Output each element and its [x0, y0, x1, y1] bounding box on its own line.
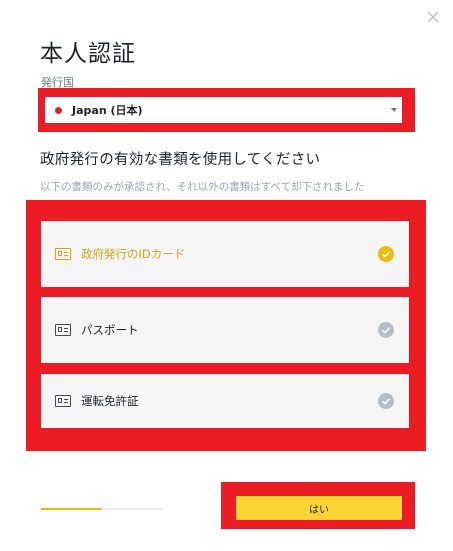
documents-heading: 政府発行の有効な書類を使用してください: [40, 152, 321, 168]
selected-country-value: Japan (日本): [72, 104, 143, 117]
dialog-title: 本人認証: [40, 41, 136, 67]
document-option-label: 運転免許証: [81, 394, 139, 408]
document-option-id-card[interactable]: 政府発行のIDカード: [41, 221, 409, 287]
identity-verification-dialog: 本人認証 発行国 Japan (日本) 政府発行の有効な書類を使用してください …: [0, 0, 453, 551]
japan-flag-icon: [55, 106, 62, 114]
check-circle-icon: [378, 393, 394, 409]
document-option-label: 政府発行のIDカード: [81, 247, 186, 261]
check-circle-icon: [378, 246, 394, 262]
issuing-country-select[interactable]: Japan (日本): [45, 97, 402, 123]
drivers-license-icon: [55, 395, 71, 407]
passport-icon: [55, 324, 71, 336]
step-progress-fill: [41, 508, 102, 510]
chevron-down-icon: [391, 108, 397, 112]
step-progress-bar: [41, 508, 163, 510]
id-card-icon: [55, 248, 71, 260]
check-circle-icon: [378, 322, 394, 338]
document-option-label: パスポート: [81, 323, 139, 337]
close-icon[interactable]: [424, 8, 442, 26]
document-option-drivers-license[interactable]: 運転免許証: [41, 374, 409, 428]
documents-note: 以下の書類のみが承認され、それ以外の書類はすべて却下されました: [40, 181, 365, 193]
document-option-passport[interactable]: パスポート: [41, 297, 409, 363]
confirm-button[interactable]: はい: [236, 496, 402, 520]
